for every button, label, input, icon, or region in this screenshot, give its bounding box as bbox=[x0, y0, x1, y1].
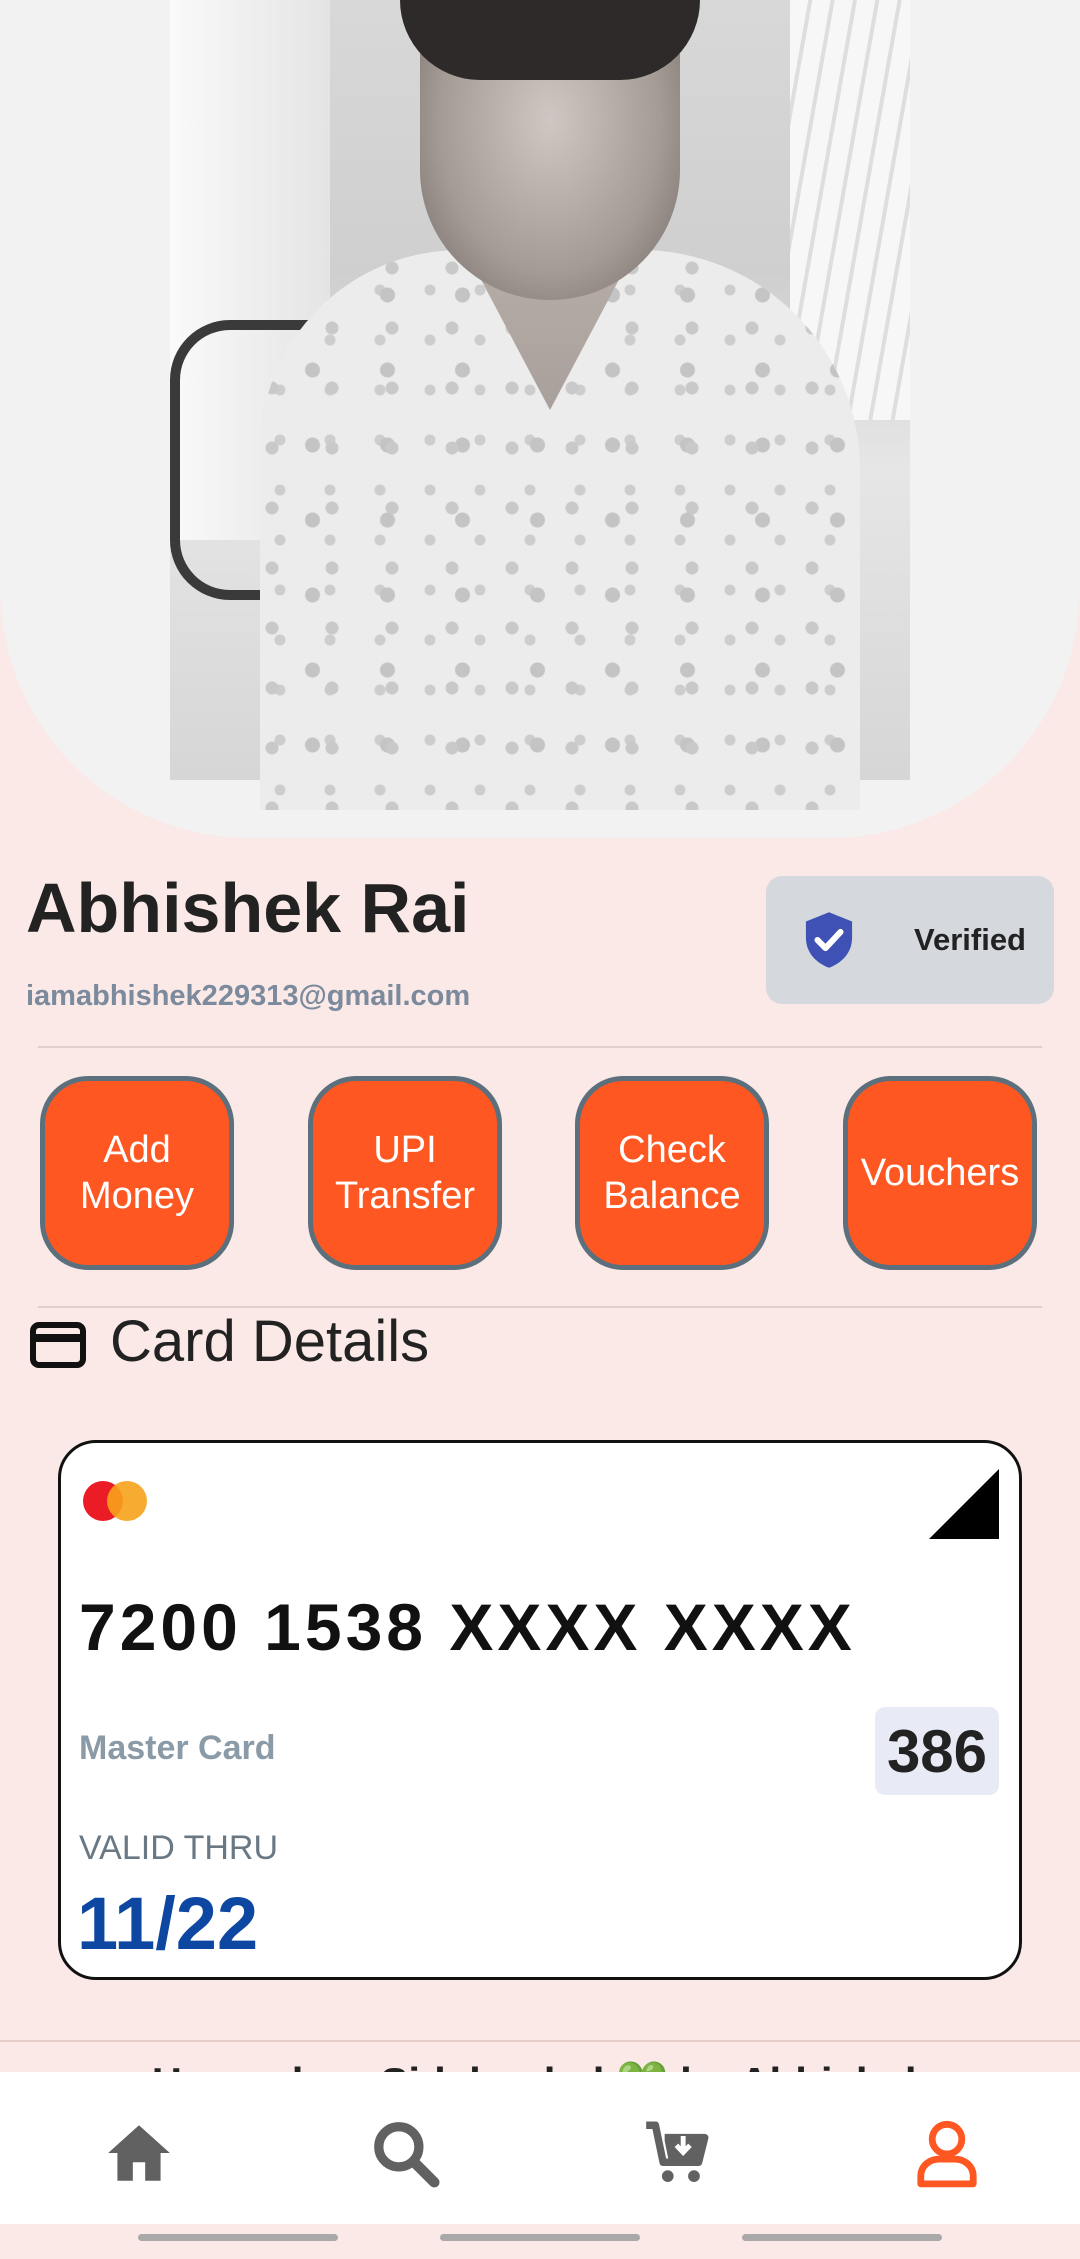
credit-card-icon bbox=[30, 1322, 86, 1368]
home-icon[interactable] bbox=[102, 2116, 176, 2190]
card-number: 7200 1538 XXXX XXXX bbox=[79, 1590, 856, 1664]
profile-photo-banner bbox=[0, 0, 1080, 838]
card-signal-icon bbox=[929, 1469, 999, 1539]
cart-icon[interactable] bbox=[640, 2116, 714, 2190]
payment-card[interactable]: 7200 1538 XXXX XXXX Master Card 386 VALI… bbox=[58, 1440, 1022, 1980]
profile-icon[interactable] bbox=[910, 2116, 984, 2190]
gesture-bar bbox=[742, 2234, 942, 2241]
valid-thru-label: VALID THRU bbox=[79, 1829, 279, 1867]
gesture-bar bbox=[138, 2234, 338, 2241]
footer-credit: Hampshop Sideloaded 💚 by Abhishek bbox=[0, 2052, 1080, 2074]
divider bbox=[38, 1046, 1042, 1048]
check-balance-button[interactable]: Check Balance bbox=[575, 1076, 769, 1270]
upi-transfer-button[interactable]: UPI Transfer bbox=[308, 1076, 502, 1270]
vouchers-button[interactable]: Vouchers bbox=[843, 1076, 1037, 1270]
card-cvv: 386 bbox=[875, 1707, 999, 1795]
verified-label: Verified bbox=[914, 922, 1026, 957]
profile-photo bbox=[170, 0, 910, 810]
valid-thru-date: 11/22 bbox=[77, 1882, 259, 1965]
verified-shield-icon bbox=[805, 912, 853, 968]
profile-email: iamabhishek229313@gmail.com bbox=[26, 980, 471, 1012]
card-details-title: Card Details bbox=[110, 1309, 430, 1374]
mastercard-logo-icon bbox=[83, 1479, 153, 1523]
search-icon[interactable] bbox=[368, 2116, 442, 2190]
divider bbox=[0, 2040, 1080, 2042]
bottom-navigation bbox=[0, 2072, 1080, 2224]
profile-name: Abhishek Rai bbox=[26, 869, 470, 947]
gesture-bar bbox=[440, 2234, 640, 2241]
add-money-button[interactable]: Add Money bbox=[40, 1076, 234, 1270]
card-type: Master Card bbox=[79, 1729, 276, 1767]
verified-badge: Verified bbox=[766, 876, 1054, 1004]
